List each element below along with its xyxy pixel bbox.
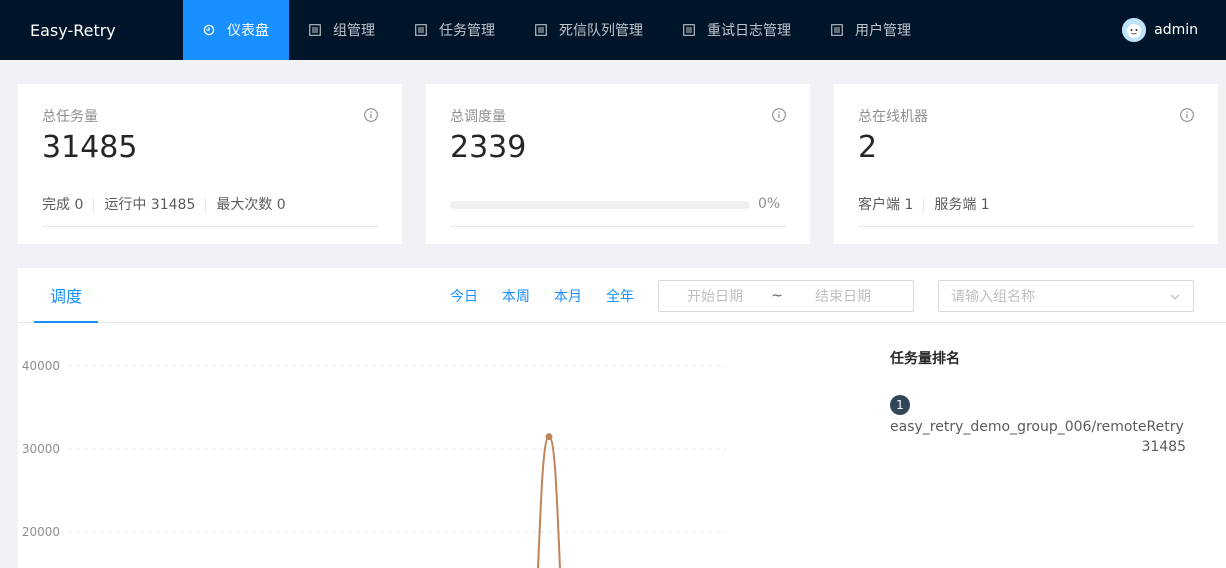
y-tick-label: 30000 <box>22 442 60 456</box>
nav-item-label: 组管理 <box>333 23 375 39</box>
progress-percent: 0% <box>758 196 781 212</box>
nav-item-groups[interactable]: 组管理 <box>289 0 395 60</box>
group-select-placeholder: 请输入组名称 <box>951 289 1035 305</box>
card-title: 总任务量 <box>42 109 98 125</box>
nav-item-dashboard[interactable]: 仪表盘 <box>183 0 289 60</box>
start-date-input[interactable]: 开始日期 <box>659 286 771 306</box>
date-separator: ~ <box>771 288 783 304</box>
dashboard-icon <box>203 24 215 36</box>
series-line <box>537 435 561 568</box>
range-selector: 今日 本周 本月 全年 <box>450 286 658 306</box>
card-value: 2 <box>858 130 878 165</box>
list-icon <box>415 24 427 36</box>
info-icon[interactable] <box>772 107 786 122</box>
nav-item-dead-letter[interactable]: 死信队列管理 <box>515 0 663 60</box>
list-item: 1 easy_retry_demo_group_006/remoteRetry … <box>890 395 1190 455</box>
card-footer: 客户端 1 服务端 1 <box>858 194 1194 227</box>
rank-badge: 1 <box>890 395 910 415</box>
main-nav: 仪表盘 组管理 任务管理 死信队列管理 重试日志管理 用户管理 <box>183 0 931 60</box>
nav-item-label: 仪表盘 <box>227 23 269 39</box>
rank-name: easy_retry_demo_group_006/remoteRetry <box>890 419 1184 435</box>
tab-dispatch[interactable]: 调度 <box>34 268 98 323</box>
total-dispatch-card: 总调度量 2339 0% <box>426 84 810 244</box>
chevron-down-icon <box>1169 291 1181 303</box>
nav-item-label: 任务管理 <box>439 23 495 39</box>
info-icon[interactable] <box>364 107 378 122</box>
nav-item-label: 用户管理 <box>855 23 911 39</box>
running-count: 运行中 31485 <box>104 197 196 213</box>
online-machines-card: 总在线机器 2 客户端 1 服务端 1 <box>834 84 1218 244</box>
client-count: 客户端 1 <box>858 197 914 213</box>
top-navigation-bar: Easy-Retry 仪表盘 组管理 任务管理 死信队列管理 重试日志管理 用户… <box>0 0 1226 60</box>
list-icon <box>309 24 321 36</box>
y-tick-label: 20000 <box>22 525 60 539</box>
max-count: 最大次数 0 <box>216 197 286 213</box>
range-month[interactable]: 本月 <box>554 286 582 306</box>
divider <box>93 198 95 212</box>
date-range-picker[interactable]: 开始日期 ~ 结束日期 <box>658 280 914 312</box>
rank-count: 31485 <box>1141 439 1186 455</box>
server-count: 服务端 1 <box>934 197 990 213</box>
card-value: 2339 <box>450 130 527 165</box>
user-menu[interactable]: admin <box>1122 0 1198 60</box>
divider <box>923 198 925 212</box>
ranking-title: 任务量排名 <box>890 351 960 367</box>
dispatch-line-chart: 40000 30000 20000 <box>22 359 726 568</box>
dispatch-panel: 调度 今日 本周 本月 全年 开始日期 ~ 结束日期 请输入组名称 40000 3… <box>18 268 1226 568</box>
range-today[interactable]: 今日 <box>450 286 478 306</box>
nav-item-retry-log[interactable]: 重试日志管理 <box>663 0 811 60</box>
divider <box>205 198 207 212</box>
group-select[interactable]: 请输入组名称 <box>938 280 1194 312</box>
nav-item-users[interactable]: 用户管理 <box>811 0 931 60</box>
user-name[interactable]: admin <box>1154 22 1198 38</box>
card-title: 总调度量 <box>450 109 506 125</box>
divider <box>450 226 786 227</box>
y-tick-label: 40000 <box>22 359 60 373</box>
nav-item-label: 死信队列管理 <box>559 23 643 39</box>
completed-count: 完成 0 <box>42 197 84 213</box>
task-ranking: 任务量排名 1 easy_retry_demo_group_006/remote… <box>890 348 1190 455</box>
card-value: 31485 <box>42 130 138 165</box>
list-icon <box>831 24 843 36</box>
range-year[interactable]: 全年 <box>606 286 634 306</box>
nav-item-tasks[interactable]: 任务管理 <box>395 0 515 60</box>
panel-header: 调度 今日 本周 本月 全年 开始日期 ~ 结束日期 请输入组名称 <box>18 268 1226 323</box>
dispatch-progress-bar <box>450 201 750 209</box>
app-logo[interactable]: Easy-Retry <box>0 21 183 40</box>
total-tasks-card: 总任务量 31485 完成 0 运行中 31485 最大次数 0 <box>18 84 402 244</box>
data-point[interactable] <box>545 433 553 441</box>
nav-item-label: 重试日志管理 <box>707 23 791 39</box>
avatar[interactable] <box>1122 18 1147 42</box>
card-title: 总在线机器 <box>858 109 928 125</box>
list-icon <box>535 24 547 36</box>
end-date-input[interactable]: 结束日期 <box>783 286 903 306</box>
range-week[interactable]: 本周 <box>502 286 530 306</box>
card-footer: 完成 0 运行中 31485 最大次数 0 <box>42 194 378 227</box>
info-icon[interactable] <box>1180 107 1194 122</box>
list-icon <box>683 24 695 36</box>
